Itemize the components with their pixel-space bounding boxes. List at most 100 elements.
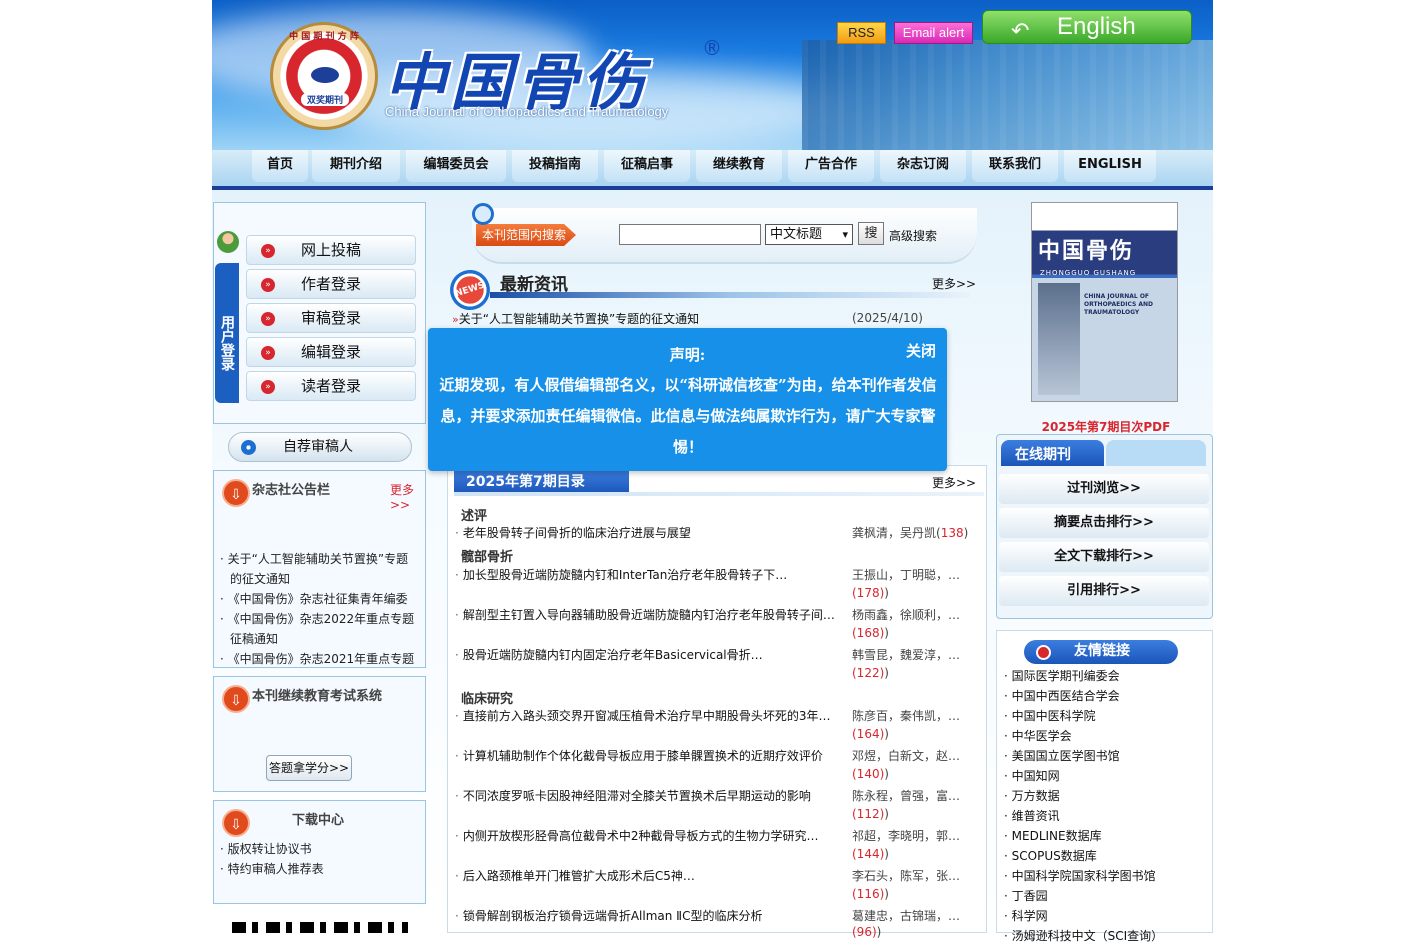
- friend-link[interactable]: · 汤姆逊科技中文（SCI查询）: [1004, 926, 1209, 946]
- friend-link[interactable]: · 丁香园: [1004, 886, 1209, 906]
- emblem-eye-icon: [307, 63, 343, 87]
- toc-article-authors: 祁超，李晓明，郭…: [852, 829, 961, 843]
- toc-article-title[interactable]: · 解剖型主钉置入导向器辅助股骨近端防旋髓内钉治疗老年股骨转子间…: [455, 606, 835, 623]
- toc-tab: 2025年第7期目录: [454, 470, 629, 494]
- online-tab-bar: [1106, 440, 1206, 466]
- friend-link[interactable]: · MEDLINE数据库: [1004, 826, 1209, 846]
- friend-link[interactable]: · 中国知网: [1004, 766, 1209, 786]
- toc-article-authors: 韩雪昆，魏爱淳，…: [852, 648, 961, 662]
- nav-submission-guide[interactable]: 投稿指南: [512, 150, 598, 182]
- nav-call-for-papers[interactable]: 征稿启事: [604, 150, 690, 182]
- login-button-label: 网上投稿: [301, 241, 362, 259]
- advanced-search-link[interactable]: 高级搜索: [889, 227, 937, 244]
- search-button[interactable]: 搜: [858, 222, 884, 245]
- toc-article-title[interactable]: · 计算机辅助制作个体化截骨导板应用于膝单髁置换术的近期疗效评价: [455, 747, 835, 764]
- toc-article-authors: 葛建忠，古锦瑞，…: [852, 909, 961, 923]
- education-title: 本刊继续教育考试系统: [252, 689, 383, 704]
- search-select-value: 中文标题: [770, 227, 823, 242]
- back-issues-button[interactable]: 过刊浏览>>: [999, 474, 1209, 504]
- notice-item[interactable]: · 《中国骨伤》杂志社征集青年编委: [220, 589, 420, 609]
- self-recommend-reviewer-button[interactable]: 自荐审稿人: [228, 432, 412, 462]
- friend-link[interactable]: · 中国中西医结合学会: [1004, 686, 1209, 706]
- news-item-title: 关于“人工智能辅助关节置换”专题的征文通知: [458, 312, 700, 326]
- news-header: NEWS 最新资讯: [444, 264, 972, 316]
- toc-article-title[interactable]: · 锁骨解剖钢板治疗锁骨远端骨折Allman ⅡC型的临床分析: [455, 907, 835, 924]
- friend-link[interactable]: · 科学网: [1004, 906, 1209, 926]
- news-divider: [490, 292, 970, 298]
- double-arrow-icon: »: [261, 278, 275, 292]
- arrow-down-icon: ⇩: [222, 809, 250, 837]
- nav-english[interactable]: ENGLISH: [1064, 150, 1156, 182]
- notice-item[interactable]: · 《中国骨伤》杂志2022年重点专题征稿通知: [220, 609, 420, 649]
- toc-article-count: (168)): [852, 626, 889, 640]
- main-nav: 首页 期刊介绍 编辑委员会 投稿指南 征稿启事 继续教育 广告合作 杂志订阅 联…: [212, 150, 1213, 190]
- nav-continuing-education[interactable]: 继续教育: [696, 150, 782, 182]
- login-button-label: 作者登录: [301, 275, 362, 293]
- news-more-link[interactable]: 更多>>: [932, 275, 976, 292]
- education-exam-panel: ⇩ 本刊继续教育考试系统 答题拿学分>>: [213, 676, 426, 792]
- toc-article-count: (144)): [852, 847, 889, 861]
- toc-article-title[interactable]: · 股骨近端防旋髓内钉内固定治疗老年Basicervical骨折…: [455, 646, 835, 663]
- online-submission-button[interactable]: » 网上投稿: [246, 235, 416, 265]
- author-login-button[interactable]: » 作者登录: [246, 269, 416, 299]
- search-field-select[interactable]: 中文标题 ▾: [765, 224, 853, 245]
- nav-home[interactable]: 首页: [252, 150, 308, 182]
- back-arrow-icon: ↶: [1011, 18, 1030, 43]
- download-item[interactable]: · 版权转让协议书: [220, 839, 420, 859]
- reader-login-button[interactable]: » 读者登录: [246, 371, 416, 401]
- reviewer-login-button[interactable]: » 审稿登录: [246, 303, 416, 333]
- download-ranking-button[interactable]: 全文下载排行>>: [999, 542, 1209, 572]
- notice-item[interactable]: · 《中国骨伤》杂志2021年重点专题: [220, 649, 420, 669]
- nav-journal-intro[interactable]: 期刊介绍: [312, 150, 400, 182]
- notice-item[interactable]: · 关于“人工智能辅助关节置换”专题的征文通知: [220, 549, 420, 589]
- exam-credit-button[interactable]: 答题拿学分>>: [266, 755, 352, 781]
- cover-photo: [1038, 283, 1080, 395]
- news-item-date: (2025/4/10): [852, 311, 923, 325]
- toc-more-link[interactable]: 更多>>: [932, 474, 976, 491]
- english-button-label: English: [1057, 13, 1136, 40]
- cover-subtitle: ZHONGGUO GUSHANG: [1040, 269, 1137, 277]
- site-header: 中 国 期 刊 方 阵 双奖期刊 中国骨伤 ® China Journal of…: [212, 0, 1213, 150]
- friend-link[interactable]: · 中华医学会: [1004, 726, 1209, 746]
- toc-article-title[interactable]: · 后入路颈椎单开门椎管扩大成形术后C5神…: [455, 867, 835, 884]
- friend-link[interactable]: · 中国中医科学院: [1004, 706, 1209, 726]
- friend-link[interactable]: · 美国国立医学图书馆: [1004, 746, 1209, 766]
- dialog-close-button[interactable]: 关闭: [906, 340, 936, 361]
- editor-login-button[interactable]: » 编辑登录: [246, 337, 416, 367]
- dialog-heading: 声明:: [669, 346, 706, 364]
- toc-section-heading: 临床研究: [461, 692, 514, 707]
- nav-subscription[interactable]: 杂志订阅: [880, 150, 966, 182]
- toc-pdf-link[interactable]: 2025年第7期目次PDF: [1036, 418, 1176, 435]
- download-item[interactable]: · 特约审稿人推荐表: [220, 859, 420, 879]
- abstract-ranking-button[interactable]: 摘要点击排行>>: [999, 508, 1209, 538]
- toc-article-title[interactable]: · 加长型股骨近端防旋髓内钉和InterTan治疗老年股骨转子下…: [455, 566, 835, 583]
- search-input[interactable]: [619, 224, 761, 245]
- email-alert-button[interactable]: Email alert: [894, 22, 973, 44]
- toc-article-title[interactable]: · 老年股骨转子间骨折的临床治疗进展与展望: [455, 524, 835, 541]
- fraud-warning-dialog: 声明: 关闭 近期发现，有人假借编辑部名义，以“科研诚信核查”为由，给本刊作者发…: [428, 328, 947, 471]
- english-site-button[interactable]: ↶ English: [982, 10, 1192, 44]
- friend-link[interactable]: · 维普资讯: [1004, 806, 1209, 826]
- nav-editorial-board[interactable]: 编辑委员会: [406, 150, 506, 182]
- page: 中 国 期 刊 方 阵 双奖期刊 中国骨伤 ® China Journal of…: [212, 0, 1213, 943]
- nav-advertising[interactable]: 广告合作: [788, 150, 874, 182]
- magnifier-icon: [472, 203, 494, 225]
- notice-more-link[interactable]: 更多>>: [390, 481, 425, 512]
- friend-link[interactable]: · 万方数据: [1004, 786, 1209, 806]
- double-arrow-icon: »: [261, 346, 275, 360]
- friend-link[interactable]: · 中国科学院国家科学图书馆: [1004, 866, 1209, 886]
- dialog-body-text: 近期发现，有人假借编辑部名义，以“科研诚信核查”为由，给本刊作者发信息，并要求添…: [439, 376, 937, 456]
- friend-link[interactable]: · SCOPUS数据库: [1004, 846, 1209, 866]
- toc-article-title[interactable]: · 不同浓度罗哌卡因股神经阻滞对全膝关节置换术后早期运动的影响: [455, 787, 835, 804]
- notice-board-title: 杂志社公告栏: [252, 483, 331, 498]
- user-login-tab: 用户登录: [215, 263, 239, 403]
- toc-article-title[interactable]: · 直接前方入路头颈交界开窗减压植骨术治疗早中期股骨头坏死的3年…: [455, 707, 835, 724]
- toc-article-authors: 陈彦百，秦伟凯，…: [852, 709, 961, 723]
- citation-ranking-button[interactable]: 引用排行>>: [999, 576, 1209, 606]
- toc-article-title[interactable]: · 内侧开放楔形胫骨高位截骨术中2种截骨导板方式的生物力学研究…: [455, 827, 835, 844]
- friend-link[interactable]: · 国际医学期刊编委会: [1004, 666, 1209, 686]
- user-avatar-icon: [217, 231, 239, 253]
- nav-contact[interactable]: 联系我们: [972, 150, 1058, 182]
- rss-button[interactable]: RSS: [837, 22, 886, 44]
- journal-cover-image[interactable]: 中国骨伤 ZHONGGUO GUSHANG CHINA JOURNAL OF O…: [1031, 202, 1178, 402]
